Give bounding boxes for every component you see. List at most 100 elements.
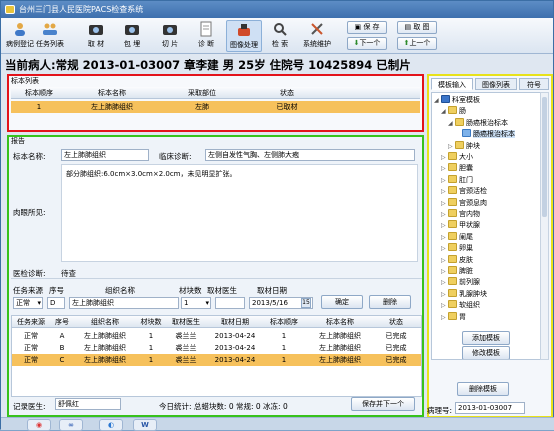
source-select[interactable]: 正常 ▾ (13, 297, 43, 309)
collapsed-arrow-icon[interactable]: ▷ (441, 277, 448, 288)
scrollbar-thumb[interactable] (542, 97, 547, 217)
folder-icon (448, 106, 457, 115)
search-button[interactable]: 检 索 (267, 20, 293, 52)
task-row[interactable]: 正常 B 左上肺肺组织 1 裘兰兰 2013-04-24 1 左上肺肺组织 已完成 (12, 342, 421, 354)
tab-symbols[interactable]: 符号 (519, 78, 549, 90)
collapsed-arrow-icon[interactable]: ▷ (441, 266, 448, 277)
tree-item[interactable]: ◢ 科室模板 (434, 95, 480, 106)
doctor-input[interactable] (215, 297, 245, 309)
task-cell: 1 (281, 332, 287, 340)
tree-item[interactable]: ▷ 肛门 (441, 174, 473, 186)
clinical-diagnosis-field[interactable]: 左侧自发性气胸、左侧肺大疱 (205, 149, 415, 161)
tab-image-list[interactable]: 图像列表 (475, 78, 517, 90)
collapsed-arrow-icon[interactable]: ▷ (441, 198, 448, 209)
pathology-number-input[interactable]: 2013-01-03007 (455, 402, 525, 414)
tab-template-input[interactable]: 模板输入 (431, 78, 473, 90)
gross-findings-textarea[interactable]: 部分肺组织:6.0cm×3.0cm×2.0cm，未见明显扩张。 (61, 164, 418, 262)
task-row[interactable]: 正常 C 左上肺肺组织 1 裘兰兰 2013-04-24 1 左上肺肺组织 已完成 (12, 354, 421, 366)
collapsed-arrow-icon[interactable]: ▷ (441, 186, 448, 197)
recorder-input[interactable]: 舒佩红 (55, 398, 121, 410)
calendar-icon[interactable]: 15 (301, 298, 311, 308)
sampling-button[interactable]: 取 材 (83, 20, 109, 52)
confirm-button[interactable]: 确定 (321, 295, 363, 309)
date-picker[interactable]: 2013/5/16 15 (249, 297, 313, 309)
tree-item[interactable]: ▷ 胆囊 (441, 163, 473, 174)
specimen-field[interactable]: 左上肺肺组织 (61, 149, 149, 161)
seq-input[interactable]: D (47, 297, 65, 309)
case-register-button[interactable]: 病例登记 (5, 20, 35, 52)
edit-template-button[interactable]: 修改模板 (462, 346, 510, 359)
collapsed-arrow-icon[interactable]: ▷ (441, 300, 448, 311)
task-cell: 左上肺肺组织 (319, 332, 361, 340)
tree-item[interactable]: ▷ 阑尾 (441, 231, 473, 243)
browser-icon[interactable]: ◐ (99, 419, 123, 431)
expanded-arrow-icon[interactable]: ◢ (434, 95, 441, 106)
tree-item-label: 肠癌根治标本 (466, 118, 508, 127)
folder-icon (455, 117, 464, 126)
sample-row[interactable]: 1 左上肺肺组织 左肺 已取材 (11, 101, 420, 113)
floppy-icon: ▣ (354, 23, 362, 31)
tree-item[interactable]: ▷ 大小 (441, 152, 473, 163)
tree-item[interactable]: ▷ 卵巢 (441, 243, 473, 254)
tree-item[interactable]: ▷ 皮肤 (441, 254, 473, 266)
expanded-arrow-icon[interactable]: ◢ (448, 118, 455, 129)
diagnosis-button[interactable]: 诊 断 (193, 20, 219, 52)
add-template-button[interactable]: 添加模板 (462, 331, 510, 345)
tissue-input[interactable]: 左上肺肺组织 (69, 297, 179, 309)
blocks-select[interactable]: 1 ▾ (181, 297, 211, 309)
tree-item[interactable]: ▷ 肿块 (448, 140, 480, 152)
source-label: 任务来源 (13, 286, 43, 295)
tree-item[interactable]: ▷ 前列腺 (441, 277, 480, 288)
delete-template-button[interactable]: 删除模板 (457, 382, 509, 396)
tree-item-label: 阑尾 (459, 232, 473, 241)
collapsed-arrow-icon[interactable]: ▷ (441, 209, 448, 220)
collapsed-arrow-icon[interactable]: ▷ (441, 232, 448, 243)
fetch-image-button[interactable]: ▤ 取 图 (397, 21, 437, 34)
task-table: 任务来源 序号 组织名称 材块数 取材医生 取材日期 标本顺序 标本名称 状态 … (11, 315, 422, 397)
collapsed-arrow-icon[interactable]: ▷ (441, 312, 448, 323)
tree-item[interactable]: 肠癌根治标本 (455, 129, 515, 140)
collapsed-arrow-icon[interactable]: ▷ (441, 220, 448, 231)
next-button[interactable]: ⬇下一个 (347, 37, 387, 50)
collapsed-arrow-icon[interactable]: ▷ (441, 152, 448, 163)
tree-item[interactable]: ▷ 软组织 (441, 300, 480, 311)
image-processing-button[interactable]: 图像处理 (226, 20, 262, 52)
collapsed-arrow-icon[interactable]: ▷ (441, 163, 448, 174)
task-cell: 2013-04-24 (214, 344, 256, 352)
prev-button[interactable]: ⬆上一个 (397, 37, 437, 50)
save-and-next-button[interactable]: 保存并下一个 (351, 397, 415, 411)
folder-icon (448, 243, 457, 252)
chrome-icon[interactable]: ◉ (27, 419, 51, 431)
collapsed-arrow-icon[interactable]: ▷ (448, 141, 455, 152)
collapsed-arrow-icon[interactable]: ▷ (441, 255, 448, 266)
collapsed-arrow-icon[interactable]: ▷ (441, 175, 448, 186)
tree-item-label: 甲状腺 (459, 221, 480, 230)
folder-icon (441, 95, 450, 103)
expanded-arrow-icon[interactable]: ◢ (441, 106, 448, 117)
task-list-button[interactable]: 任务列表 (35, 20, 65, 52)
delete-button[interactable]: 删除 (369, 295, 411, 309)
folder-icon (448, 174, 457, 183)
tree-item[interactable]: ▷ 宫颈活检 (441, 186, 487, 197)
word-icon[interactable]: W (133, 419, 157, 431)
slicing-button[interactable]: 切 片 (157, 20, 183, 52)
app-icon[interactable]: ∞ (59, 419, 83, 431)
sample-list-header: 标本顺序 标本名称 采取部位 状态 (11, 87, 420, 99)
tree-item[interactable]: ◢ 肠癌根治标本 (448, 117, 508, 129)
tree-item[interactable]: ▷ 甲状腺 (441, 220, 480, 231)
app-window: 台州三门县人民医院PACS检查系统 病例登记 任务列表 取 材 包 埋 切 片 … (0, 0, 554, 431)
folder-icon (448, 311, 457, 320)
tree-item[interactable]: ◢ 肠 (441, 106, 466, 117)
embedding-button[interactable]: 包 埋 (119, 20, 145, 52)
system-maintenance-button[interactable]: 系统维护 (299, 20, 335, 52)
tree-item[interactable]: ▷ 乳腺肿块 (441, 288, 487, 300)
tree-item[interactable]: ▷ 胃 (441, 311, 466, 323)
tree-scrollbar[interactable] (540, 92, 549, 360)
tree-item[interactable]: ▷ 宫颈息肉 (441, 197, 487, 209)
collapsed-arrow-icon[interactable]: ▷ (441, 243, 448, 254)
save-button[interactable]: ▣ 保 存 (347, 21, 387, 34)
collapsed-arrow-icon[interactable]: ▷ (441, 289, 448, 300)
tree-item[interactable]: ▷ 宫内物 (441, 209, 480, 220)
tree-item[interactable]: ▷ 脾脏 (441, 266, 473, 277)
task-row[interactable]: 正常 A 左上肺肺组织 1 裘兰兰 2013-04-24 1 左上肺肺组织 已完成 (12, 330, 421, 342)
